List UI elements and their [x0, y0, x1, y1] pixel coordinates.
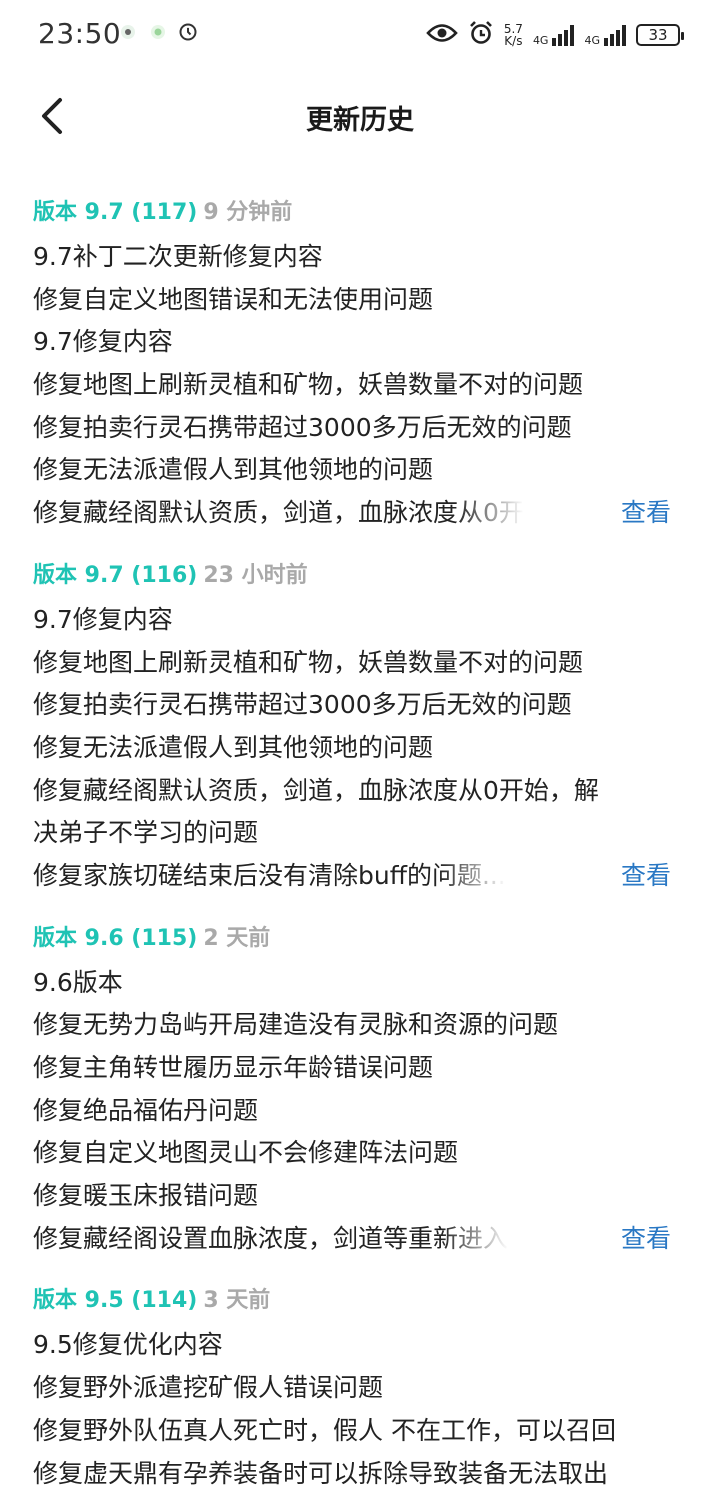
network-speed: 5.7 K/s — [504, 23, 523, 47]
note-line: 9.7修复内容 — [33, 604, 173, 634]
version-header: 版本 9.5 (114) 3 天前 — [33, 1281, 693, 1321]
alarm-clock-icon — [178, 22, 198, 42]
note-line: 修复虚天鼎有孕养装备时可以拆除导致装备无法取出 — [33, 1458, 609, 1488]
status-time: 23:50 — [38, 17, 122, 50]
truncated-text: 修复藏经阁设置血脉浓度，剑道等重新进入 — [33, 1223, 509, 1253]
status-bar: 23:50 5.7 K/s 4G 4G 33 — [0, 0, 720, 68]
note-line: 修复自定义地图灵山不会修建阵法问题 — [33, 1138, 459, 1168]
note-line: 修复自定义地图错误和无法使用问题 — [33, 284, 434, 314]
speed-unit: K/s — [504, 34, 523, 48]
version-time: 9 分钟前 — [203, 200, 293, 225]
version-header: 版本 9.6 (115) 2 天前 — [33, 919, 693, 959]
eye-icon — [426, 22, 458, 48]
version-time: 3 天前 — [203, 1288, 271, 1314]
battery-icon: 33 — [636, 24, 684, 46]
version-label: 版本 9.6 (115) — [33, 925, 198, 951]
version-entry: 版本 9.5 (114) 3 天前 9.5修复优化内容 修复野外派遣挖矿假人错误问… — [33, 1281, 693, 1495]
version-notes: 9.6版本 修复无势力岛屿开局建造没有灵脉和资源的问题 修复主角转世履历显示年龄… — [33, 962, 693, 1261]
page-title: 更新历史 — [306, 105, 414, 136]
note-line-truncated: 修复家族切磋结束后没有清除buff的问题... 查看 — [33, 855, 693, 898]
note-line: 修复无势力岛屿开局建造没有灵脉和资源的问题 — [33, 1010, 559, 1040]
view-more-link[interactable]: 查看 — [621, 1218, 671, 1261]
version-notes: 9.7修复内容 修复地图上刷新灵植和矿物，妖兽数量不对的问题 修复拍卖行灵石携带… — [33, 599, 693, 898]
note-line: 修复拍卖行灵石携带超过3000多万后无效的问题 — [33, 690, 572, 720]
note-line-truncated: 修复藏经阁默认资质，剑道，血脉浓度从0开 查看 — [33, 492, 693, 535]
note-line: 9.7修复内容 — [33, 327, 173, 357]
version-header: 版本 9.7 (117) 9 分钟前 — [33, 193, 693, 233]
note-line: 修复拍卖行灵石携带超过3000多万后无效的问题 — [33, 412, 572, 442]
version-entry: 版本 9.6 (115) 2 天前 9.6版本 修复无势力岛屿开局建造没有灵脉和资… — [33, 919, 693, 1261]
version-notes: 9.7补丁二次更新修复内容 修复自定义地图错误和无法使用问题 9.7修复内容 修… — [33, 236, 693, 535]
note-line: 修复无法派遣假人到其他领地的问题 — [33, 455, 434, 485]
alarm-icon — [468, 20, 494, 50]
version-time: 2 天前 — [203, 925, 271, 951]
network-type-label: 4G — [532, 34, 549, 47]
note-line: 修复野外队伍真人死亡时，假人 不在工作，可以召回 — [33, 1415, 616, 1445]
version-label: 版本 9.7 (117) — [33, 200, 198, 225]
note-line-truncated: 修复藏经阁设置血脉浓度，剑道等重新进入 查看 — [33, 1218, 693, 1261]
truncated-text: 修复藏经阁默认资质，剑道，血脉浓度从0开 — [33, 498, 524, 528]
app-header: 更新历史 — [0, 80, 720, 150]
notification-dot-icon — [148, 22, 168, 42]
version-label: 版本 9.7 (116) — [33, 562, 198, 588]
note-line: 修复地图上刷新灵植和矿物，妖兽数量不对的问题 — [33, 370, 584, 400]
signal-icon: 4G — [533, 24, 575, 46]
view-more-link[interactable]: 查看 — [621, 492, 671, 535]
note-line: 修复暖玉床报错问题 — [33, 1181, 259, 1211]
note-line: 修复地图上刷新灵植和矿物，妖兽数量不对的问题 — [33, 647, 584, 677]
note-line: 修复绝品福佑丹问题 — [33, 1095, 259, 1125]
truncated-text: 修复家族切磋结束后没有清除buff的问题... — [33, 860, 506, 890]
version-header: 版本 9.7 (116) 23 小时前 — [33, 556, 693, 596]
note-line: 9.6版本 — [33, 967, 123, 997]
note-line: 修复野外派遣挖矿假人错误问题 — [33, 1373, 384, 1403]
version-list: 版本 9.7 (117) 9 分钟前 9.7补丁二次更新修复内容 修复自定义地图错… — [33, 193, 693, 1496]
status-right-icons: 5.7 K/s 4G 4G 33 — [426, 18, 684, 52]
note-line: 9.7补丁二次更新修复内容 — [33, 242, 323, 271]
note-line: 修复无法派遣假人到其他领地的问题 — [33, 732, 434, 762]
version-notes: 9.5修复优化内容 修复野外派遣挖矿假人错误问题 修复野外队伍真人死亡时，假人 … — [33, 1324, 693, 1495]
status-left-icons — [118, 22, 198, 42]
note-line: 决弟子不学习的问题 — [33, 818, 259, 848]
notification-dot-icon — [118, 22, 138, 42]
note-line: 修复藏经阁默认资质，剑道，血脉浓度从0开始，解 — [33, 775, 599, 805]
note-line: 修复主角转世履历显示年龄错误问题 — [33, 1053, 434, 1082]
version-time: 23 小时前 — [203, 562, 308, 588]
view-more-link[interactable]: 查看 — [621, 855, 671, 898]
version-label: 版本 9.5 (114) — [33, 1288, 198, 1314]
version-entry: 版本 9.7 (116) 23 小时前 9.7修复内容 修复地图上刷新灵植和矿物，… — [33, 556, 693, 898]
note-line: 9.5修复优化内容 — [33, 1330, 223, 1360]
network-type-label: 4G — [584, 34, 600, 47]
battery-level: 33 — [648, 26, 668, 44]
signal-icon: 4G — [584, 24, 626, 46]
version-entry: 版本 9.7 (117) 9 分钟前 9.7补丁二次更新修复内容 修复自定义地图错… — [33, 193, 693, 535]
